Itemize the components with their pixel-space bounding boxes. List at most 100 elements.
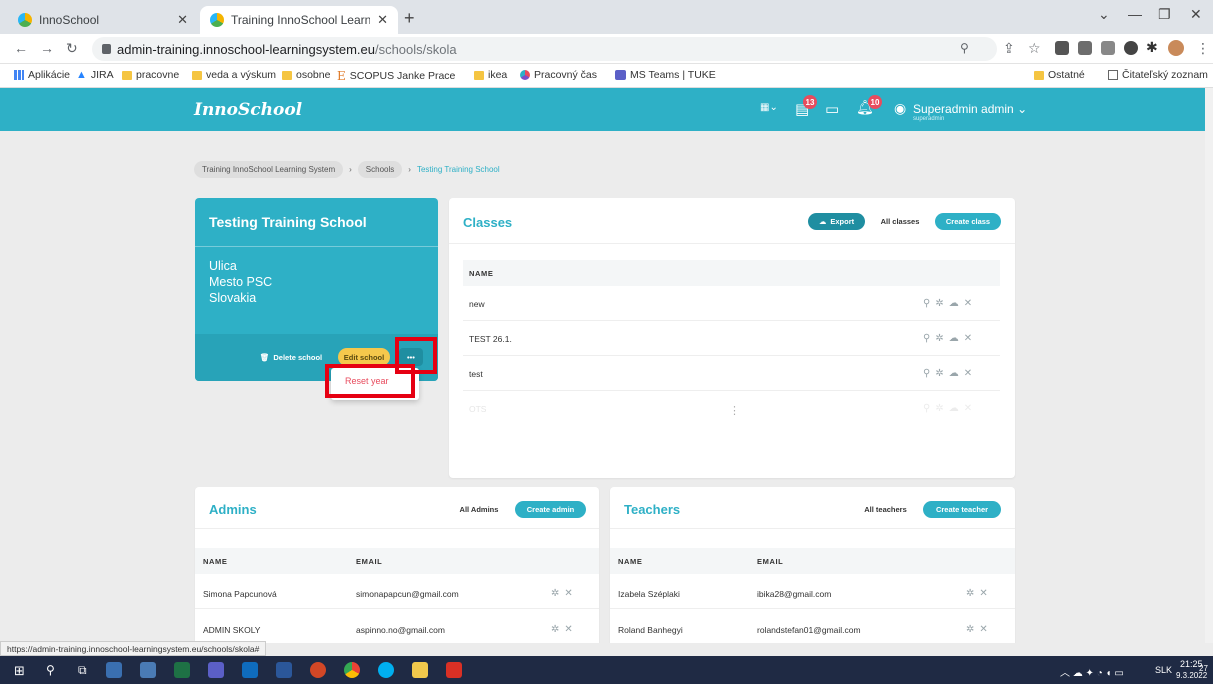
divider bbox=[463, 390, 1000, 391]
class-row-name[interactable]: new bbox=[469, 299, 485, 309]
status-url-tooltip: https://admin-training.innoschool-learni… bbox=[0, 641, 267, 656]
powerpoint-icon[interactable] bbox=[310, 662, 326, 678]
bookmark-pracovne[interactable]: pracovne bbox=[122, 69, 179, 81]
bookmark-pracovny-cas[interactable]: Pracovný čas bbox=[520, 69, 597, 81]
browser-tab-training[interactable]: Training InnoSchool Learning Sy: ✕ bbox=[200, 6, 398, 34]
export-button[interactable]: ☁ Export bbox=[808, 213, 865, 230]
row-actions-icons[interactable]: ⚲✲☁✕ bbox=[923, 298, 977, 309]
word-icon[interactable] bbox=[276, 662, 292, 678]
class-row-name[interactable]: TEST 26.1. bbox=[469, 334, 512, 344]
extension-icon[interactable] bbox=[1078, 41, 1092, 55]
create-class-button[interactable]: Create class bbox=[935, 213, 1001, 230]
bookmark-teams[interactable]: MS Teams | TUKE bbox=[615, 69, 716, 81]
share-icon[interactable]: ⇪ bbox=[1003, 40, 1015, 57]
create-admin-button[interactable]: Create admin bbox=[515, 501, 586, 518]
file-explorer-icon[interactable] bbox=[412, 662, 428, 678]
notification-count[interactable]: 27 bbox=[1199, 664, 1208, 673]
row-actions-icons[interactable]: ⚲✲☁✕ bbox=[923, 333, 977, 344]
innoschool-favicon-icon bbox=[18, 13, 32, 27]
profile-avatar[interactable] bbox=[1168, 40, 1184, 56]
extensions-puzzle-icon[interactable]: ✱ bbox=[1146, 39, 1158, 56]
acrobat-icon[interactable] bbox=[446, 662, 462, 678]
browser-menu-icon[interactable]: ⋮ bbox=[1196, 40, 1210, 57]
bookmark-label: pracovne bbox=[136, 69, 180, 81]
row-actions-icons[interactable]: ✲✕ bbox=[966, 588, 993, 599]
zoom-icon[interactable]: ⚲ bbox=[960, 41, 969, 55]
page-scrollbar[interactable] bbox=[1205, 88, 1213, 643]
bookmark-label: SCOPUS Janke Prace bbox=[349, 70, 456, 82]
extension-icon[interactable] bbox=[1055, 41, 1069, 55]
bookmark-star-icon[interactable]: ☆ bbox=[1028, 40, 1041, 57]
windows-start-icon[interactable]: ⊞ bbox=[14, 663, 25, 679]
admin-row-name: ADMIN SKOLY bbox=[203, 625, 261, 635]
all-teachers-button[interactable]: All teachers bbox=[856, 501, 915, 518]
extension-icon[interactable] bbox=[1101, 41, 1115, 55]
highlight-box-reset bbox=[325, 364, 415, 398]
row-actions-icons[interactable]: ⚲✲☁✕ bbox=[923, 403, 977, 414]
class-row-name[interactable]: test bbox=[469, 369, 483, 379]
trash-icon: 🗑︎ bbox=[259, 352, 270, 362]
system-tray-icons[interactable]: ︿ ☁ ✦ ◔ ◖ ▭ bbox=[1060, 664, 1124, 679]
row-actions-icons[interactable]: ✲✕ bbox=[966, 624, 993, 635]
app-icon[interactable] bbox=[140, 662, 156, 678]
bookmark-ikea[interactable]: ikea bbox=[474, 69, 507, 81]
language-flag-icon[interactable]: ▦⌄ bbox=[760, 102, 778, 113]
breadcrumb-current: Testing Training School bbox=[416, 165, 500, 174]
search-icon[interactable]: ⚲ bbox=[46, 663, 55, 677]
close-tab-icon[interactable]: ✕ bbox=[177, 12, 188, 28]
divider bbox=[610, 528, 1015, 529]
class-row-name-faded[interactable]: OTS bbox=[469, 404, 486, 414]
teams-icon[interactable] bbox=[208, 662, 224, 678]
admin-row-email: simonapapcun@gmail.com bbox=[356, 589, 459, 599]
row-actions-icons[interactable]: ✲✕ bbox=[551, 624, 578, 635]
folder-icon bbox=[474, 70, 484, 80]
bookmark-jira[interactable]: ▲ JIRA bbox=[76, 69, 114, 81]
table-header bbox=[195, 548, 599, 574]
bookmark-ostatne[interactable]: Ostatné bbox=[1034, 69, 1085, 81]
bookmark-apps[interactable]: Aplikácie bbox=[14, 69, 70, 81]
column-header-name: NAME bbox=[469, 269, 494, 278]
url-input[interactable]: admin-training.innoschool-learningsystem… bbox=[92, 37, 997, 61]
bookmark-veda[interactable]: veda a výskum bbox=[192, 69, 276, 81]
breadcrumb: Training InnoSchool Learning System › Sc… bbox=[194, 161, 500, 178]
forward-icon[interactable]: → bbox=[40, 40, 54, 56]
skype-icon[interactable] bbox=[378, 662, 394, 678]
extension-icon[interactable] bbox=[1124, 41, 1138, 55]
row-actions-icons[interactable]: ⚲✲☁✕ bbox=[923, 368, 977, 379]
excel-icon[interactable] bbox=[174, 662, 190, 678]
all-classes-button[interactable]: All classes bbox=[873, 213, 927, 230]
language-indicator[interactable]: SLK bbox=[1155, 665, 1172, 675]
messages-icon[interactable]: ▭ bbox=[825, 100, 839, 118]
create-teacher-button[interactable]: Create teacher bbox=[923, 501, 1001, 518]
back-icon[interactable]: ← bbox=[14, 40, 28, 56]
close-window-icon[interactable]: ✕ bbox=[1190, 6, 1202, 23]
outlook-icon[interactable] bbox=[242, 662, 258, 678]
tab-title: Training InnoSchool Learning Sy: bbox=[231, 13, 371, 27]
minimize-icon[interactable]: — bbox=[1128, 6, 1142, 22]
teacher-row-email: rolandstefan01@gmail.com bbox=[757, 625, 861, 635]
breadcrumb-item[interactable]: Training InnoSchool Learning System bbox=[194, 161, 344, 178]
innoschool-favicon-icon bbox=[210, 13, 224, 27]
school-city: Mesto PSC bbox=[209, 275, 273, 289]
row-actions-icons[interactable]: ✲✕ bbox=[551, 588, 578, 599]
chrome-icon[interactable] bbox=[344, 662, 360, 678]
task-view-icon[interactable]: ⧉ bbox=[78, 663, 87, 678]
new-tab-icon[interactable]: + bbox=[404, 8, 415, 29]
restore-icon[interactable]: ❐ bbox=[1158, 6, 1171, 23]
folder-icon bbox=[282, 70, 292, 80]
delete-school-button[interactable]: 🗑︎ Delete school bbox=[255, 348, 327, 366]
bookmark-osobne[interactable]: osobne bbox=[282, 69, 330, 81]
app-logo[interactable]: InnoSchool bbox=[194, 100, 302, 120]
reading-list[interactable]: Čitateľský zoznam bbox=[1108, 69, 1208, 81]
bookmark-scopus[interactable]: E SCOPUS Janke Prace bbox=[337, 69, 455, 83]
close-tab-icon[interactable]: ✕ bbox=[377, 12, 388, 28]
user-menu[interactable]: Superadmin admin ⌄ bbox=[913, 102, 1027, 116]
breadcrumb-item[interactable]: Schools bbox=[357, 161, 403, 178]
all-admins-button[interactable]: All Admins bbox=[451, 501, 507, 518]
tab-search-icon[interactable]: ⌄ bbox=[1098, 6, 1110, 23]
app-header: InnoSchool ▦⌄ ▤ 13 ▭ 🔔︎ 10 ◉ Superadmin … bbox=[0, 88, 1213, 131]
column-header-email: EMAIL bbox=[356, 557, 383, 566]
browser-tab-innoschool[interactable]: InnoSchool ✕ bbox=[8, 6, 198, 34]
reload-icon[interactable]: ↻ bbox=[66, 40, 78, 57]
app-icon[interactable] bbox=[106, 662, 122, 678]
